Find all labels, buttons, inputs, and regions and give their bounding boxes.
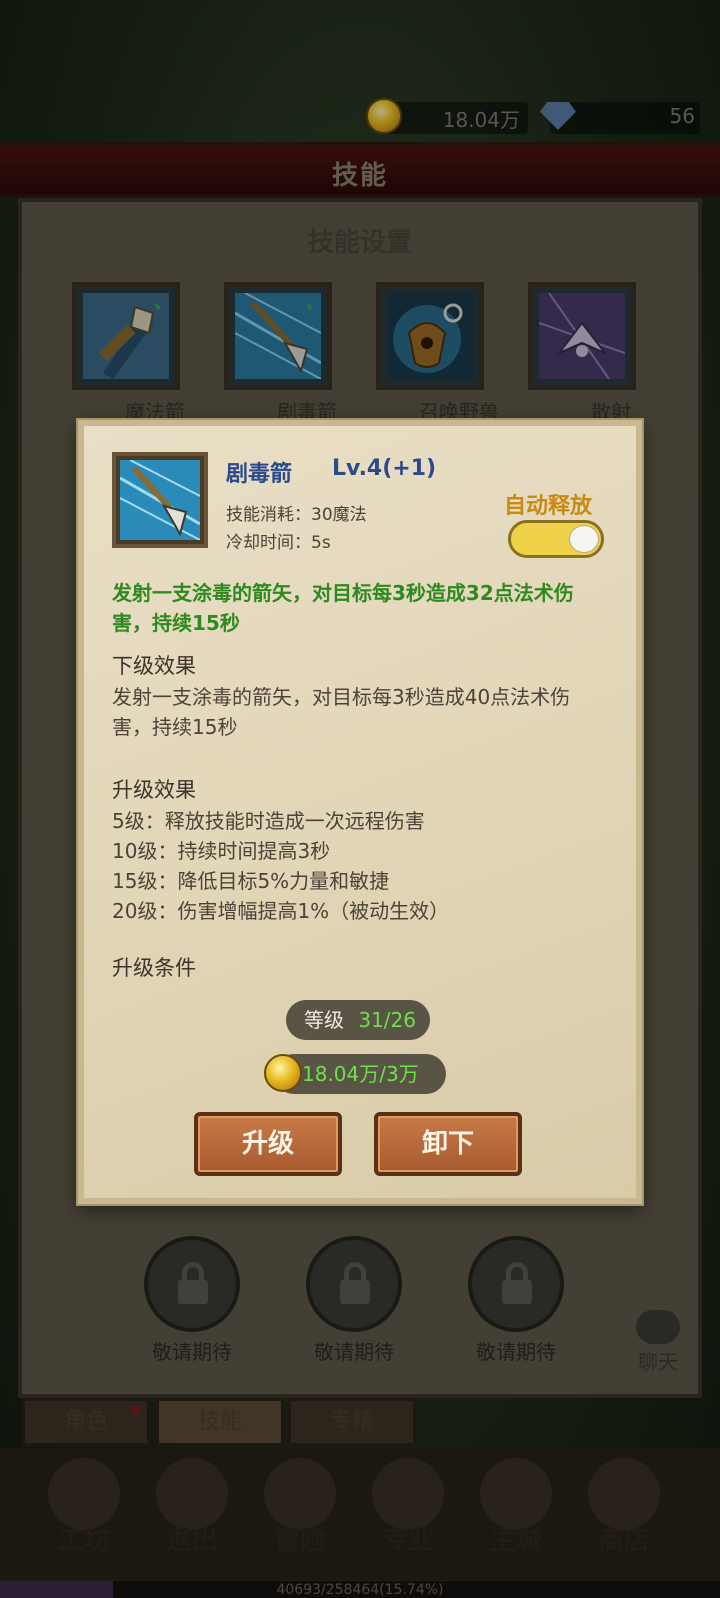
skill-cost: 技能消耗：30魔法 [226, 505, 367, 525]
upgrade-effects-list: 5级：释放技能时造成一次远程伤害 10级：持续时间提高3秒 15级：降低目标5%… [112, 806, 612, 926]
unequip-button[interactable]: 卸下 [374, 1112, 522, 1176]
upgrade-effect-item: 10级：持续时间提高3秒 [112, 839, 331, 863]
upgrade-button[interactable]: 升级 [194, 1112, 342, 1176]
next-level-heading: 下级效果 [112, 654, 196, 678]
level-req-value: 31/26 [358, 1008, 416, 1032]
skill-detail-popup: 剧毒箭 Lv.4(+1) 技能消耗：30魔法 冷却时间：5s 自动释放 发射一支… [78, 420, 642, 1204]
skill-cooldown: 冷却时间：5s [226, 533, 331, 553]
upgrade-effects-heading: 升级效果 [112, 778, 196, 802]
upgrade-effect-item: 15级：降低目标5%力量和敏捷 [112, 869, 390, 893]
next-level-desc: 发射一支涂毒的箭矢，对目标每3秒造成40点法术伤害，持续15秒 [112, 685, 571, 739]
upgrade-effect-item: 5级：释放技能时造成一次远程伤害 [112, 809, 425, 833]
skill-level: Lv.4(+1) [332, 456, 437, 481]
auto-cast-toggle[interactable] [508, 520, 604, 558]
toggle-knob [569, 525, 599, 553]
gold-coin-icon [264, 1054, 302, 1092]
current-effect-desc: 发射一支涂毒的箭矢，对目标每3秒造成32点法术伤害，持续15秒 [112, 581, 574, 635]
upgrade-requirements-heading: 升级条件 [112, 956, 196, 980]
skill-icon-frame [112, 452, 208, 548]
upgrade-effect-item: 20级：伤害增幅提高1%（被动生效） [112, 899, 450, 923]
auto-cast-label: 自动释放 [504, 494, 593, 519]
skill-name: 剧毒箭 [226, 462, 293, 487]
poison-arrow-icon [119, 459, 201, 541]
level-req-label: 等级 [304, 1008, 344, 1032]
gold-req-value: 18.04万/3万 [302, 1062, 419, 1086]
level-requirement: 等级 31/26 [286, 1000, 430, 1040]
